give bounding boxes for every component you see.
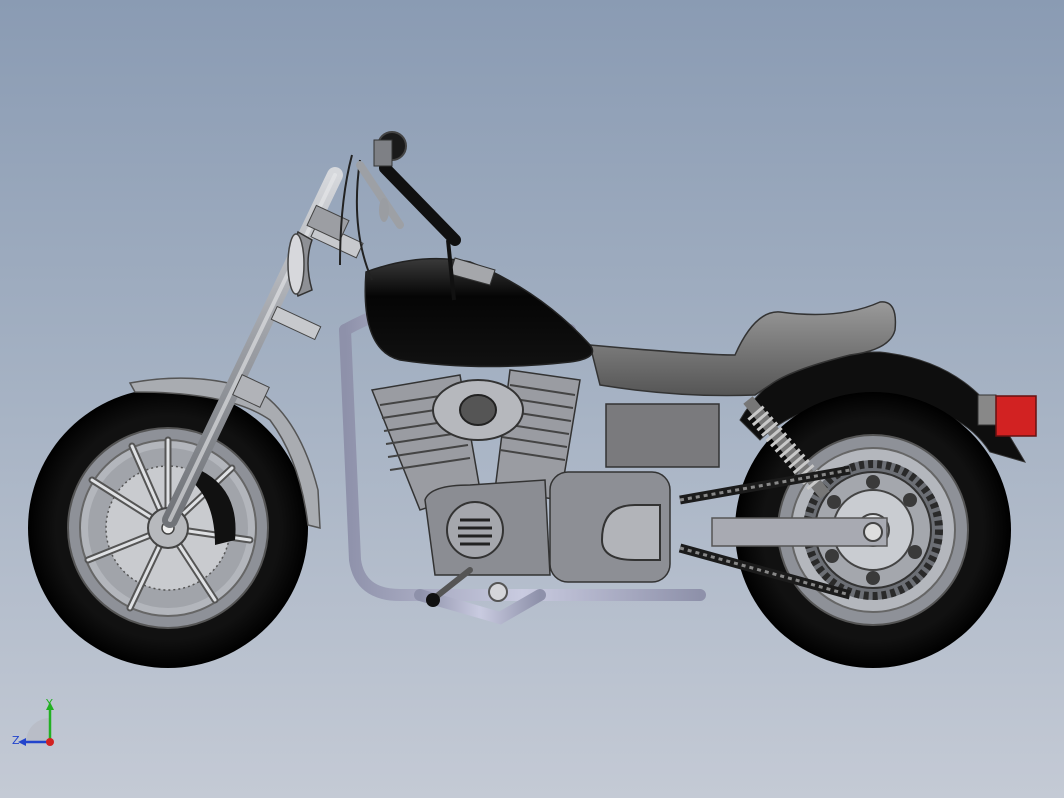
frame-bolt	[488, 582, 508, 602]
foot-peg	[426, 593, 440, 607]
motorcycle-model[interactable]	[0, 0, 1064, 798]
graphics-viewport[interactable]: Y Z	[0, 0, 1064, 798]
front-wheel	[28, 388, 308, 668]
triad-y-label: Y	[46, 697, 53, 710]
side-cover	[605, 403, 720, 468]
x-axis-dot	[46, 738, 54, 746]
engine	[370, 369, 671, 583]
headlight	[287, 230, 313, 298]
coordinate-triad	[18, 702, 54, 746]
triad-z-label: Z	[12, 734, 20, 747]
